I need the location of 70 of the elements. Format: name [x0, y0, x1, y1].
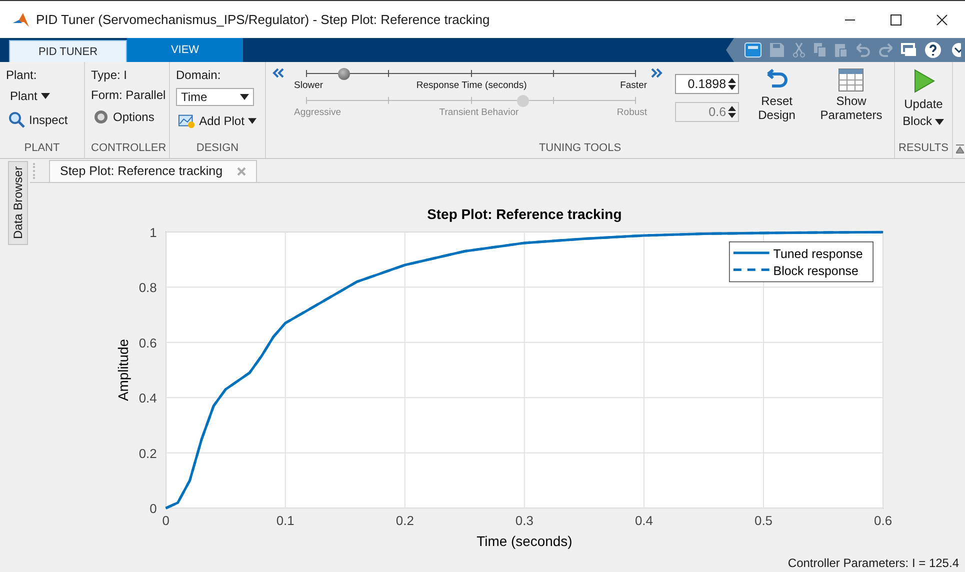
domain-dropdown[interactable]: Time [176, 88, 254, 106]
gear-icon [93, 109, 109, 125]
ribbon-tab[interactable]: PID TUNER [9, 40, 127, 62]
play-icon [912, 68, 936, 94]
y-axis-label: Amplitude [114, 338, 131, 401]
double-chevron-right-icon [651, 68, 664, 78]
table-icon [838, 68, 864, 92]
y-tick-label: 0 [150, 501, 157, 516]
y-tick-label: 0.2 [138, 446, 157, 461]
group-label: RESULTS [898, 142, 950, 156]
y-tick-label: 1 [150, 224, 157, 240]
help-icon[interactable] [924, 41, 942, 59]
y-tick-label: 0.8 [138, 280, 157, 296]
maximize-icon[interactable] [890, 14, 902, 26]
group-label: CONTROLLER [91, 142, 163, 156]
slider-min-label: Slower [294, 80, 324, 91]
y-tick-label: 0.6 [138, 335, 157, 350]
x-tick-label: 0 [162, 513, 170, 528]
collapse-ribbon-icon[interactable] [956, 144, 964, 154]
ribbon-tab[interactable]: VIEW [127, 38, 243, 62]
slider-max-label: Robust [616, 107, 648, 118]
double-chevron-left-icon [272, 68, 284, 78]
windows-icon[interactable] [901, 42, 917, 58]
x-tick-label: 0.3 [515, 513, 534, 528]
caret-icon [240, 94, 249, 100]
slider-thumb[interactable] [338, 68, 350, 80]
y-tick-label: 0.4 [138, 390, 157, 406]
x-axis-label: Time (seconds) [476, 533, 572, 550]
legend-label: Block response [773, 264, 858, 278]
group-label: DESIGN [195, 142, 240, 156]
app-logo-icon [12, 12, 30, 28]
add-plot-icon [178, 113, 196, 129]
spin-arrows-icon[interactable] [728, 77, 736, 91]
reset-design-button[interactable]: Reset Design [745, 68, 809, 142]
x-tick-label: 0.1 [276, 513, 294, 528]
controller-type: Type: I [91, 68, 128, 82]
show-parameters-button[interactable]: Show Parameters [814, 68, 888, 142]
status-text: Controller Parameters: I = 125.4 [788, 556, 959, 570]
group-label: PLANT [23, 142, 61, 156]
slider-max-label: Faster [620, 80, 648, 91]
domain-label: Domain: [176, 68, 222, 82]
close-icon[interactable] [936, 14, 948, 26]
caret-icon [248, 118, 257, 124]
x-tick-label: 0.6 [874, 513, 892, 528]
search-icon [8, 111, 25, 128]
caret-icon [41, 93, 50, 99]
inspect-button[interactable]: Inspect [6, 110, 78, 129]
x-tick-label: 0.2 [396, 513, 414, 528]
slider-title: Transient Behavior [439, 107, 519, 118]
plant-dropdown[interactable]: Plant [6, 88, 78, 104]
legend-label: Tuned response [773, 246, 863, 261]
document-tab[interactable]: Step Plot: Reference tracking [49, 160, 257, 182]
legend-line-sample [733, 252, 770, 254]
side-panel-tab[interactable]: Data Browser [8, 161, 28, 245]
chart-title: Step Plot: Reference tracking [427, 206, 622, 222]
slider-title: Response Time (seconds) [416, 80, 527, 91]
plant-label: Plant: [6, 68, 38, 82]
group-label: TUNING TOOLS [538, 142, 622, 156]
update-block-button[interactable]: Update Block [896, 68, 952, 130]
x-tick-label: 0.4 [634, 513, 653, 528]
legend-line-sample [733, 268, 770, 271]
add-plot-button[interactable]: Add Plot [176, 112, 259, 130]
value-spinbox[interactable]: 0.1898 [675, 74, 740, 94]
controller-form: Form: Parallel [91, 88, 163, 102]
caret-icon [935, 119, 944, 125]
x-tick-label: 0.5 [754, 513, 772, 528]
slider-min-label: Aggressive [294, 107, 341, 118]
window-title: PID Tuner (Servomechanismus_IPS/Regulator) - Step Plot: Reference tracking [36, 12, 491, 27]
options-button[interactable]: Options [91, 108, 163, 126]
more-icon[interactable] [949, 42, 961, 58]
